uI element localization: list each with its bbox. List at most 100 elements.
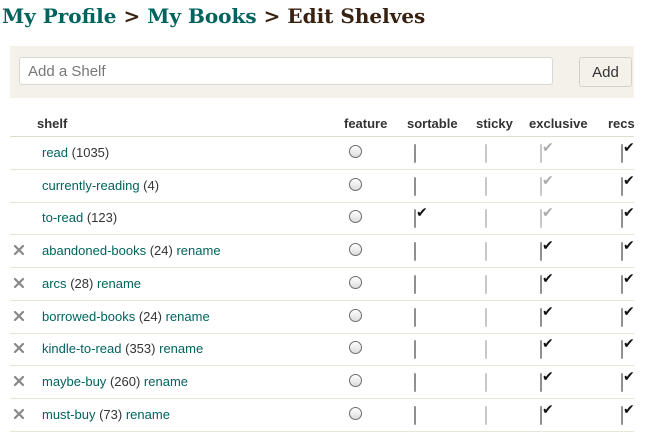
sticky-checkbox	[485, 372, 487, 392]
rename-link[interactable]: rename	[166, 309, 210, 324]
checkmark-icon: ✔	[542, 336, 554, 353]
exclusive-checkbox[interactable]: ✔	[540, 272, 554, 294]
recs-checkbox[interactable]: ✔	[621, 141, 635, 163]
exclusive-checkbox[interactable]: ✔	[540, 370, 554, 392]
shelf-name-link[interactable]: borrowed-books	[42, 309, 135, 324]
close-icon[interactable]	[13, 341, 25, 354]
close-icon[interactable]	[13, 374, 25, 386]
shelf-label: borrowed-books (24) rename	[42, 301, 210, 333]
exclusive-checkbox[interactable]: ✔	[540, 305, 554, 327]
sortable-checkbox[interactable]	[414, 176, 416, 196]
sortable-checkbox[interactable]	[414, 372, 416, 392]
shelf-name-link[interactable]: to-read	[42, 210, 83, 225]
rename-link[interactable]: rename	[144, 374, 188, 389]
checkmark-icon: ✔	[542, 205, 554, 222]
close-icon[interactable]	[13, 407, 25, 419]
close-icon[interactable]	[13, 243, 25, 256]
breadcrumb-my-profile-link[interactable]: My Profile	[2, 4, 117, 28]
feature-radio[interactable]	[349, 275, 362, 289]
rename-link[interactable]: rename	[176, 243, 220, 258]
shelf-row: maybe-buy (260) rename ✔ ✔	[10, 366, 635, 399]
exclusive-checkbox[interactable]: ✔	[540, 337, 554, 360]
checkmark-icon: ✔	[542, 368, 554, 385]
close-icon[interactable]	[13, 309, 25, 321]
shelf-label: maybe-buy (260) rename	[42, 366, 188, 398]
checkmark-icon: ✔	[416, 205, 428, 222]
shelf-name-link[interactable]: abandoned-books	[42, 243, 146, 258]
shelf-row: kindle-to-read (353) rename ✔ ✔	[10, 333, 635, 367]
feature-radio[interactable]	[349, 210, 362, 224]
exclusive-checkbox: ✔	[540, 141, 554, 163]
shelf-name-link[interactable]: must-buy	[42, 407, 95, 422]
sortable-checkbox[interactable]	[414, 405, 416, 425]
feature-radio[interactable]	[349, 341, 362, 355]
feature-radio[interactable]	[349, 373, 362, 387]
column-header-sticky: sticky	[476, 116, 513, 131]
shelf-count: (24)	[149, 243, 173, 259]
checkmark-icon: ✔	[542, 401, 554, 418]
sticky-checkbox	[485, 176, 487, 196]
recs-checkbox[interactable]: ✔	[621, 370, 635, 392]
sortable-checkbox[interactable]	[414, 307, 416, 327]
shelf-label: abandoned-books (24) rename	[42, 235, 221, 267]
exclusive-checkbox[interactable]: ✔	[540, 403, 554, 425]
checkmark-icon: ✔	[542, 303, 554, 320]
checkmark-icon: ✔	[542, 172, 554, 189]
shelf-row: abandoned-books (24) rename ✔ ✔	[10, 235, 635, 269]
feature-radio[interactable]	[349, 406, 362, 420]
recs-checkbox[interactable]: ✔	[621, 174, 635, 196]
page-title: Edit Shelves	[287, 4, 426, 28]
shelf-count: (1035)	[71, 145, 110, 160]
recs-checkbox[interactable]: ✔	[621, 305, 635, 327]
close-icon[interactable]	[13, 276, 25, 288]
shelf-name-link[interactable]: read	[42, 145, 68, 160]
recs-checkbox[interactable]: ✔	[621, 239, 635, 262]
shelf-row: arcs (28) rename ✔ ✔	[10, 268, 635, 301]
sortable-checkbox[interactable]	[414, 242, 416, 262]
sticky-checkbox	[485, 274, 487, 294]
checkmark-icon: ✔	[623, 368, 635, 385]
exclusive-checkbox[interactable]: ✔	[540, 239, 554, 262]
checkmark-icon: ✔	[623, 336, 635, 353]
column-header-sortable: sortable	[407, 116, 458, 131]
feature-radio[interactable]	[349, 145, 362, 158]
shelf-count: (260)	[109, 373, 141, 389]
shelf-count: (4)	[143, 177, 160, 193]
checkmark-icon: ✔	[623, 140, 635, 156]
checkmark-icon: ✔	[623, 303, 635, 320]
shelf-row: borrowed-books (24) rename ✔ ✔	[10, 301, 635, 334]
checkmark-icon: ✔	[623, 270, 635, 287]
sortable-checkbox[interactable]	[414, 144, 416, 163]
shelf-label: read (1035)	[42, 137, 109, 169]
shelf-label: arcs (28) rename	[42, 268, 141, 300]
checkmark-icon: ✔	[623, 172, 635, 189]
recs-checkbox[interactable]: ✔	[621, 337, 635, 360]
shelf-name-link[interactable]: maybe-buy	[42, 374, 106, 389]
add-shelf-input[interactable]	[19, 57, 553, 85]
sortable-checkbox[interactable]: ✔	[414, 206, 428, 229]
rename-link[interactable]: rename	[159, 341, 203, 356]
feature-radio[interactable]	[349, 177, 362, 191]
recs-checkbox[interactable]: ✔	[621, 272, 635, 294]
feature-radio[interactable]	[349, 308, 362, 322]
shelf-name-link[interactable]: arcs	[42, 276, 67, 291]
recs-checkbox[interactable]: ✔	[621, 206, 635, 229]
shelf-count: (28)	[70, 275, 94, 291]
shelf-row: to-read (123) ✔ ✔ ✔	[10, 202, 635, 236]
shelf-count: (24)	[138, 308, 162, 324]
sortable-checkbox[interactable]	[414, 274, 416, 294]
feature-radio[interactable]	[349, 243, 362, 257]
rename-link[interactable]: rename	[97, 276, 141, 291]
add-shelf-button[interactable]: Add	[579, 57, 632, 87]
rename-link[interactable]: rename	[126, 407, 170, 422]
shelves-table-header: shelf feature sortable sticky exclusive …	[10, 110, 635, 137]
column-header-exclusive: exclusive	[529, 116, 588, 131]
shelf-name-link[interactable]: kindle-to-read	[42, 341, 122, 356]
recs-checkbox[interactable]: ✔	[621, 403, 635, 425]
breadcrumb-my-books-link[interactable]: My Books	[147, 4, 256, 28]
sortable-checkbox[interactable]	[414, 340, 416, 360]
shelf-row: currently-reading (4) ✔ ✔	[10, 170, 635, 203]
exclusive-checkbox: ✔	[540, 206, 554, 229]
shelf-count: (73)	[99, 406, 123, 422]
shelf-name-link[interactable]: currently-reading	[42, 178, 140, 193]
